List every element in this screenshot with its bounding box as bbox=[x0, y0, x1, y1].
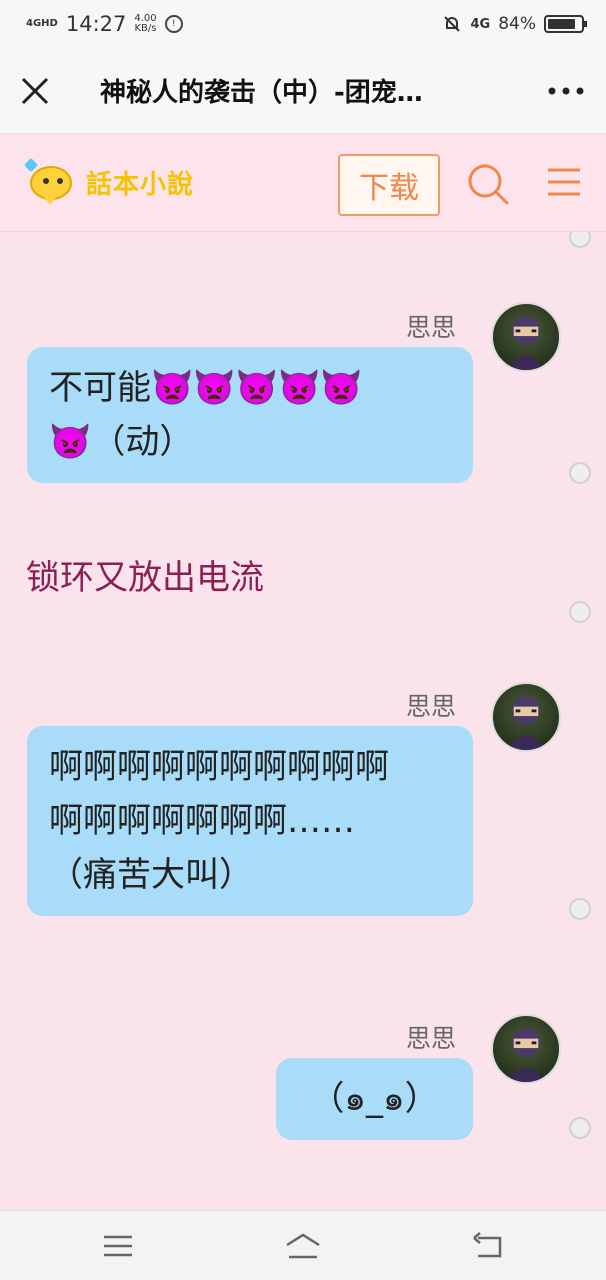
scroll-indicator bbox=[569, 232, 591, 248]
scroll-indicator bbox=[569, 601, 591, 623]
page-title: 神秘人的袭击（中）-团宠… bbox=[100, 78, 423, 108]
close-icon bbox=[21, 77, 49, 104]
menu-icon[interactable] bbox=[546, 164, 582, 200]
scroll-indicator bbox=[569, 898, 591, 920]
clock: 14:27 bbox=[65, 12, 127, 36]
message-bubble: （๑_๑） bbox=[276, 1058, 473, 1140]
scroll-indicator bbox=[569, 1117, 591, 1139]
message-line: 不可能👿👿👿👿👿 bbox=[49, 368, 363, 408]
sender-name: 思思 bbox=[406, 313, 457, 342]
message-line: 👿（动） bbox=[49, 422, 194, 462]
close-button[interactable] bbox=[0, 48, 70, 134]
avatar[interactable] bbox=[491, 682, 561, 752]
chat-area[interactable]: 思思 不可能👿👿👿👿👿 👿（动） 锁环又放出电流 思思 啊啊啊啊啊啊啊啊啊啊 啊… bbox=[0, 232, 606, 1210]
message-line: （痛苦大叫） bbox=[49, 855, 253, 895]
system-nav-bar bbox=[0, 1210, 606, 1280]
avatar[interactable] bbox=[491, 1014, 561, 1084]
message-bubble: 啊啊啊啊啊啊啊啊啊啊 啊啊啊啊啊啊啊…… （痛苦大叫） bbox=[27, 726, 473, 916]
notification-icon: ! bbox=[164, 15, 183, 33]
mute-bell-icon bbox=[444, 16, 461, 32]
battery-percent: 84% bbox=[498, 14, 536, 34]
site-logo[interactable]: 話本小說 bbox=[23, 157, 195, 208]
logo-bubble-icon bbox=[23, 157, 78, 208]
network-signal-icon: 4GHD bbox=[26, 18, 58, 29]
nav-menu-icon[interactable] bbox=[100, 1229, 136, 1263]
battery-fill bbox=[548, 19, 575, 29]
search-icon[interactable] bbox=[466, 162, 510, 206]
speed-unit: KB/s bbox=[134, 23, 157, 34]
status-bar: 4GHD 14:27 4.00 KB/s ! 4G 84% bbox=[0, 0, 606, 48]
nav-back-icon[interactable] bbox=[470, 1229, 506, 1263]
title-bar: 神秘人的袭击（中）-团宠… bbox=[0, 48, 606, 134]
sender-name: 思思 bbox=[406, 1024, 457, 1053]
download-button[interactable]: 下载 bbox=[338, 154, 440, 216]
network-speed: 4.00 KB/s bbox=[134, 14, 156, 34]
more-icon bbox=[548, 87, 584, 94]
more-button[interactable] bbox=[526, 48, 606, 134]
message-line: （๑_๑） bbox=[310, 1079, 439, 1119]
ninja-avatar-icon bbox=[507, 1028, 545, 1082]
ninja-avatar-icon bbox=[507, 696, 545, 750]
scroll-indicator bbox=[569, 462, 591, 484]
narration-text: 锁环又放出电流 bbox=[26, 558, 264, 598]
battery-icon bbox=[544, 15, 587, 33]
ninja-avatar-icon bbox=[507, 316, 545, 370]
nav-home-icon[interactable] bbox=[283, 1229, 323, 1263]
message-bubble: 不可能👿👿👿👿👿 👿（动） bbox=[27, 347, 473, 483]
site-header: 話本小說 下载 bbox=[0, 134, 606, 232]
sender-name: 思思 bbox=[406, 692, 457, 721]
message-line: 啊啊啊啊啊啊啊…… bbox=[49, 801, 355, 841]
avatar[interactable] bbox=[491, 302, 561, 372]
network-type: 4G bbox=[470, 16, 491, 32]
logo-text: 話本小說 bbox=[86, 170, 195, 200]
message-line: 啊啊啊啊啊啊啊啊啊啊 bbox=[49, 747, 389, 787]
